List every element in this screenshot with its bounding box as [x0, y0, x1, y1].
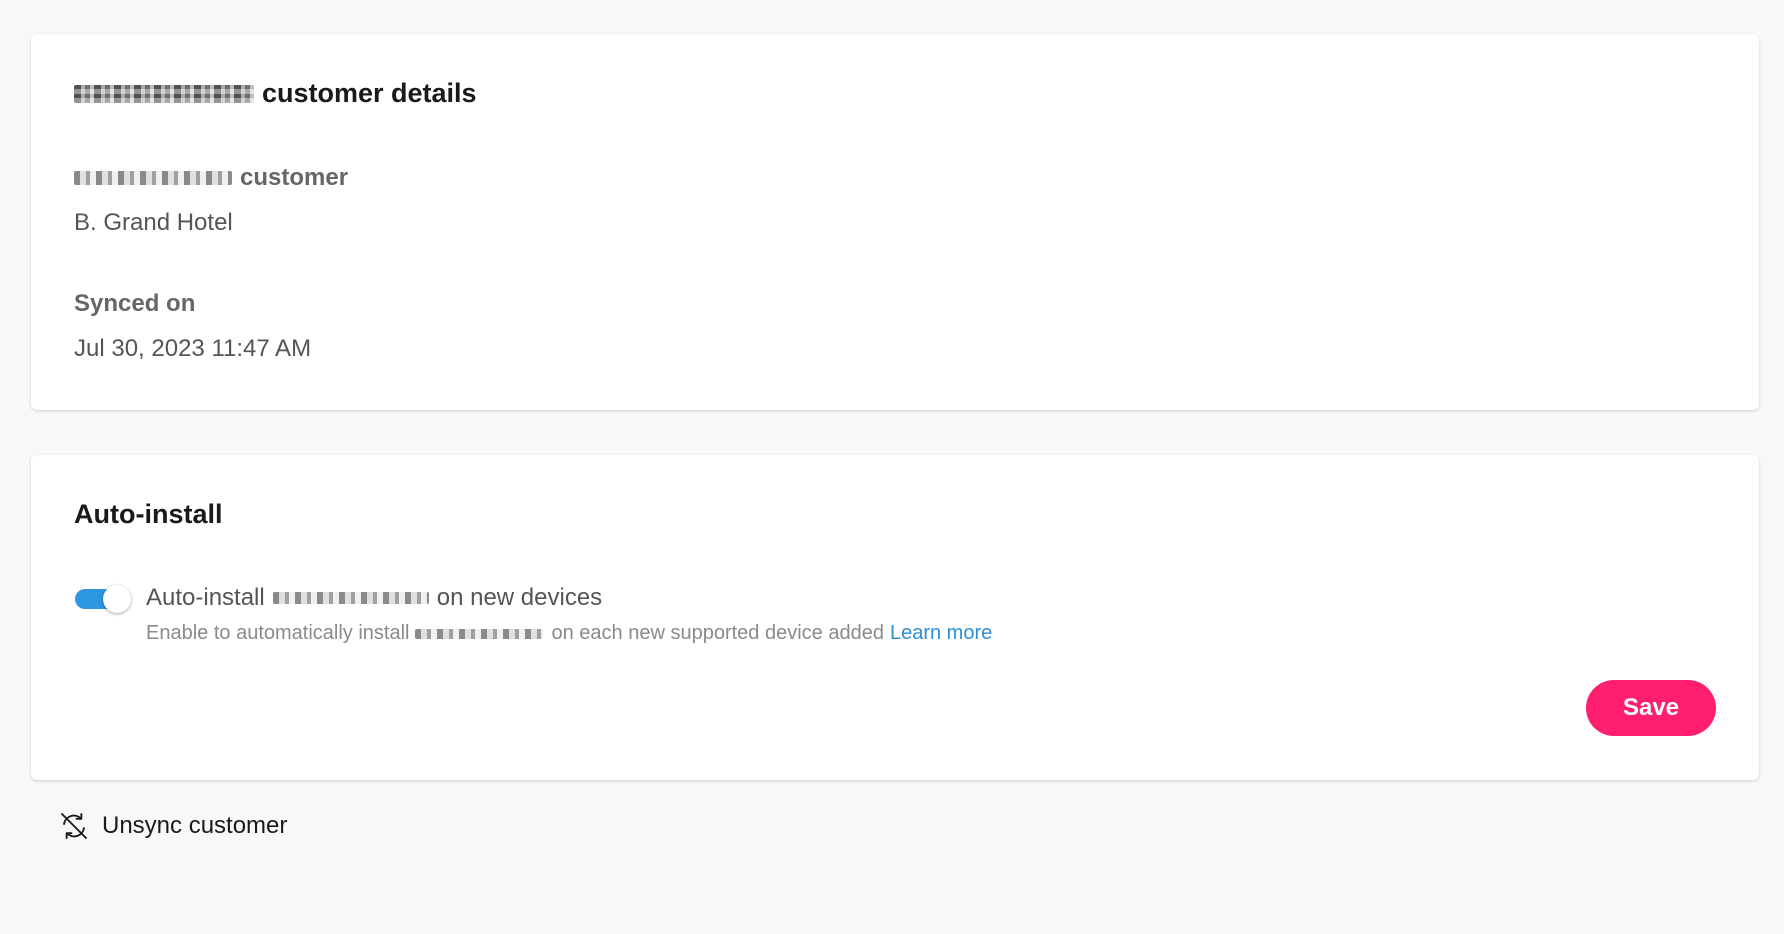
customer-details-card: customer details customer B. Grand Hotel… — [31, 34, 1759, 410]
auto-install-title: Auto-install — [74, 499, 223, 529]
auto-install-toggle[interactable] — [75, 585, 131, 613]
auto-install-card: Auto-install Auto-install on new devices… — [31, 455, 1759, 780]
setting-desc-suffix: on each new supported device added — [551, 622, 884, 644]
redacted-text — [272, 592, 429, 604]
redacted-text — [74, 84, 254, 103]
auto-install-setting-description: Enable to automatically install on each … — [146, 622, 992, 645]
customer-details-title: customer details — [74, 78, 477, 109]
synced-on-label: Synced on — [74, 290, 196, 317]
unsync-customer-button[interactable]: Unsync customer — [58, 810, 287, 842]
toggle-knob — [103, 585, 131, 613]
save-button[interactable]: Save — [1586, 680, 1716, 736]
setting-label-suffix: on new devices — [436, 584, 603, 611]
auto-install-setting-label: Auto-install on new devices — [146, 584, 602, 612]
unsync-customer-label: Unsync customer — [102, 812, 288, 839]
customer-type-label-text: customer — [240, 164, 349, 191]
setting-desc-prefix: Enable to automatically install — [146, 622, 410, 644]
customer-name-value: B. Grand Hotel — [74, 209, 233, 236]
setting-label-prefix: Auto-install — [146, 584, 265, 611]
learn-more-link[interactable]: Learn more — [890, 622, 992, 645]
customer-type-label: customer — [74, 164, 348, 192]
customer-details-title-text: customer details — [262, 78, 477, 108]
redacted-text — [415, 628, 544, 639]
synced-on-value: Jul 30, 2023 11:47 AM — [74, 335, 312, 362]
redacted-text — [74, 171, 232, 185]
sync-disabled-icon — [61, 813, 87, 839]
